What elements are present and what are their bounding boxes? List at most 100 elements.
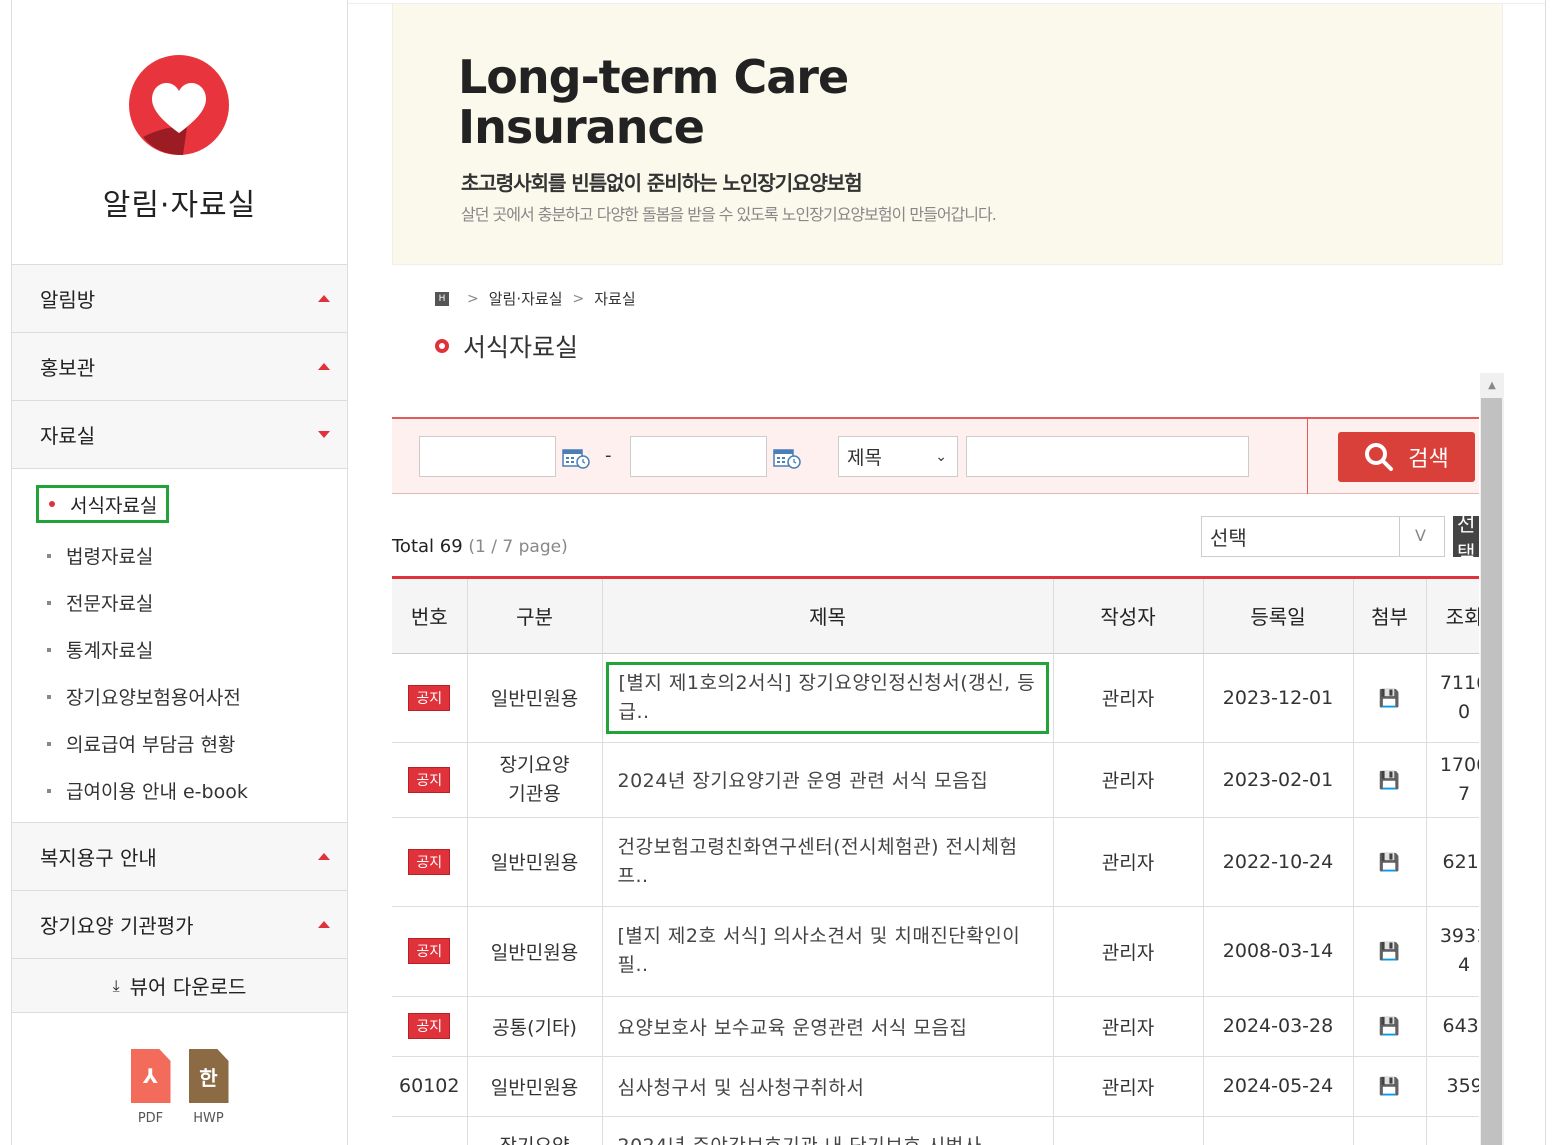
post-title-link[interactable]: 2024년 주야간보호기관 내 단기보호 시범사 bbox=[618, 1135, 982, 1145]
pdf-caption: PDF bbox=[137, 1111, 164, 1126]
submenu-law-archive[interactable]: 법령자료실 bbox=[12, 532, 347, 579]
breadcrumb-item[interactable]: 알림·자료실 bbox=[489, 288, 563, 309]
table-row: 공지 공통(기타) 요양보호사 보수교육 운영관련 서식 모음집 관리자 202… bbox=[392, 996, 1479, 1057]
post-title-link[interactable]: [별지 제2호 서식] 의사소견서 및 치매진단확인이 필.. bbox=[618, 925, 1021, 976]
archive-submenu: 서식자료실 법령자료실 전문자료실 통계자료실 장기요양보험용어사전 의료급여 … bbox=[12, 469, 347, 823]
table-row: 공지 일반민원용 건강보험고령친화연구센터(전시체험관) 전시체험 프.. 관리… bbox=[392, 817, 1479, 907]
start-date-input[interactable] bbox=[419, 436, 556, 477]
menu-pr-hall[interactable]: 홍보관 bbox=[12, 333, 347, 401]
author-cell: 관리자 bbox=[1053, 653, 1204, 743]
hwp-viewer-link[interactable]: 한 HWP bbox=[188, 1049, 229, 1126]
date-cell bbox=[1203, 1116, 1354, 1145]
viewer-download-label: 뷰어 다운로드 bbox=[129, 975, 247, 999]
calendar-icon[interactable] bbox=[773, 447, 801, 469]
date-cell: 2023-02-01 bbox=[1203, 742, 1354, 818]
author-cell: 관리자 bbox=[1053, 817, 1204, 907]
col-header-category: 구분 bbox=[467, 579, 603, 654]
menu-notice-room[interactable]: 알림방 bbox=[12, 265, 347, 333]
post-title-link[interactable]: 건강보험고령친화연구센터(전시체험관) 전시체험 프.. bbox=[618, 836, 1018, 887]
search-keyword-input[interactable] bbox=[966, 436, 1249, 477]
home-icon[interactable]: H bbox=[435, 291, 449, 306]
calendar-icon[interactable] bbox=[562, 447, 590, 469]
bullet-icon bbox=[47, 694, 51, 699]
author-cell: 관리자 bbox=[1053, 1056, 1204, 1117]
vertical-scrollbar[interactable]: ▲ bbox=[1480, 373, 1504, 1145]
banner-title-line1: Long-term Care bbox=[458, 50, 849, 104]
banner-subtitle: 초고령사회를 빈틈없이 준비하는 노인장기요양보험 bbox=[461, 171, 863, 195]
end-date-input[interactable] bbox=[630, 436, 767, 477]
page-title: 서식자료실 bbox=[435, 328, 578, 364]
submenu-glossary[interactable]: 장기요양보험용어사전 bbox=[12, 673, 347, 720]
chevron-down-icon: ⌄ bbox=[935, 449, 947, 465]
notice-badge: 공지 bbox=[408, 684, 451, 711]
views-cell: 17067 bbox=[1426, 742, 1479, 818]
table-row: 장기요양 2024년 주야간보호기관 내 단기보호 시범사 bbox=[392, 1116, 1479, 1145]
search-field-select[interactable]: 제목 ⌄ bbox=[838, 436, 958, 477]
views-cell: 6433 bbox=[1426, 996, 1479, 1057]
banner-description: 살던 곳에서 충분하고 다양한 돌봄을 받을 수 있도록 노인장기요양보험이 만… bbox=[461, 205, 997, 224]
pdf-file-icon: ⅄ bbox=[130, 1049, 171, 1103]
page-size-value: 선택 bbox=[1210, 526, 1247, 550]
post-title-link[interactable]: [별지 제1호의2서식] 장기요양인정신청서(갱신, 등급.. bbox=[605, 661, 1049, 734]
submenu-expert-archive[interactable]: 전문자료실 bbox=[12, 579, 347, 626]
submenu-statistics-archive[interactable]: 통계자료실 bbox=[12, 626, 347, 673]
page-size-select[interactable]: 선택 V bbox=[1201, 516, 1445, 557]
notice-badge: 공지 bbox=[408, 1013, 451, 1039]
col-header-date: 등록일 bbox=[1203, 579, 1354, 654]
attachment-save-icon[interactable]: 💾 bbox=[1379, 689, 1400, 709]
notice-badge: 공지 bbox=[408, 848, 451, 875]
banner-title: Long-term Care Insurance bbox=[458, 50, 849, 152]
category-cell: 장기요양기관용 bbox=[467, 742, 603, 818]
submenu-forms-archive[interactable]: 서식자료실 bbox=[36, 485, 169, 523]
scroll-up-arrow-icon[interactable]: ▲ bbox=[1480, 373, 1504, 397]
submenu-ebook[interactable]: 급여이용 안내 e-book bbox=[12, 767, 347, 814]
bullet-icon bbox=[47, 600, 51, 605]
menu-archive[interactable]: 자료실 bbox=[12, 401, 347, 469]
author-cell: 관리자 bbox=[1053, 742, 1204, 818]
bullet-icon bbox=[47, 741, 51, 746]
total-label: Total 69 bbox=[392, 536, 463, 557]
submenu-medical-aid-cost[interactable]: 의료급여 부담금 현황 bbox=[12, 720, 347, 767]
hwp-caption: HWP bbox=[193, 1111, 224, 1126]
views-cell: 71160 bbox=[1426, 653, 1479, 743]
category-cell: 일반민원용 bbox=[467, 906, 603, 997]
col-header-author: 작성자 bbox=[1053, 579, 1204, 654]
category-cell: 일반민원용 bbox=[467, 653, 603, 743]
search-field-value: 제목 bbox=[847, 447, 882, 469]
divider bbox=[1399, 517, 1400, 556]
post-title-link[interactable]: 심사청구서 및 심사청구취하서 bbox=[618, 1077, 865, 1099]
page-size-apply-button[interactable]: 선택 bbox=[1453, 516, 1479, 557]
viewer-download-button[interactable]: ⤓ 뷰어 다운로드 bbox=[12, 959, 347, 1013]
date-cell: 2024-03-28 bbox=[1203, 996, 1354, 1057]
table-row: 60102 일반민원용 심사청구서 및 심사청구취하서 관리자 2024-05-… bbox=[392, 1056, 1479, 1117]
author-cell: 관리자 bbox=[1053, 996, 1204, 1057]
category-cell: 장기요양 bbox=[467, 1116, 603, 1145]
search-button[interactable]: 검색 bbox=[1338, 432, 1475, 482]
category-cell: 일반민원용 bbox=[467, 1056, 603, 1117]
menu-label: 홍보관 bbox=[40, 356, 96, 380]
attachment-save-icon[interactable]: 💾 bbox=[1379, 942, 1400, 962]
menu-label: 장기요양 기관평가 bbox=[40, 914, 194, 938]
attachment-save-icon[interactable]: 💾 bbox=[1379, 1017, 1400, 1037]
submenu-label: 의료급여 부담금 현황 bbox=[66, 734, 236, 756]
forms-table-grid: 번호 구분 제목 작성자 등록일 첨부 조회 공지 일반민원용 [별지 제1호의… bbox=[392, 579, 1479, 1145]
pdf-viewer-link[interactable]: ⅄ PDF bbox=[130, 1049, 171, 1126]
table-row: 공지 일반민원용 [별지 제2호 서식] 의사소견서 및 치매진단확인이 필..… bbox=[392, 906, 1479, 997]
bullet-icon bbox=[47, 647, 51, 652]
breadcrumb-item[interactable]: 자료실 bbox=[594, 288, 635, 309]
scrollbar-thumb[interactable] bbox=[1481, 398, 1502, 1145]
post-title-link[interactable]: 2024년 장기요양기관 운영 관련 서식 모음집 bbox=[618, 770, 989, 792]
download-icon: ⤓ bbox=[112, 975, 120, 995]
menu-welfare-equipment[interactable]: 복지용구 안내 bbox=[12, 823, 347, 891]
menu-label: 자료실 bbox=[40, 424, 96, 448]
attachment-save-icon[interactable]: 💾 bbox=[1379, 853, 1400, 873]
attachment-save-icon[interactable]: 💾 bbox=[1379, 771, 1400, 791]
post-title-link[interactable]: 요양보호사 보수교육 운영관련 서식 모음집 bbox=[618, 1017, 968, 1039]
menu-institution-evaluation[interactable]: 장기요양 기관평가 bbox=[12, 891, 347, 959]
menu-label: 복지용구 안내 bbox=[40, 846, 157, 870]
views-cell: 359 bbox=[1426, 1056, 1479, 1117]
bullet-icon bbox=[47, 553, 51, 558]
attachment-save-icon[interactable]: 💾 bbox=[1379, 1077, 1400, 1097]
table-row: 공지 장기요양기관용 2024년 장기요양기관 운영 관련 서식 모음집 관리자… bbox=[392, 742, 1479, 818]
submenu-label: 법령자료실 bbox=[66, 546, 154, 568]
